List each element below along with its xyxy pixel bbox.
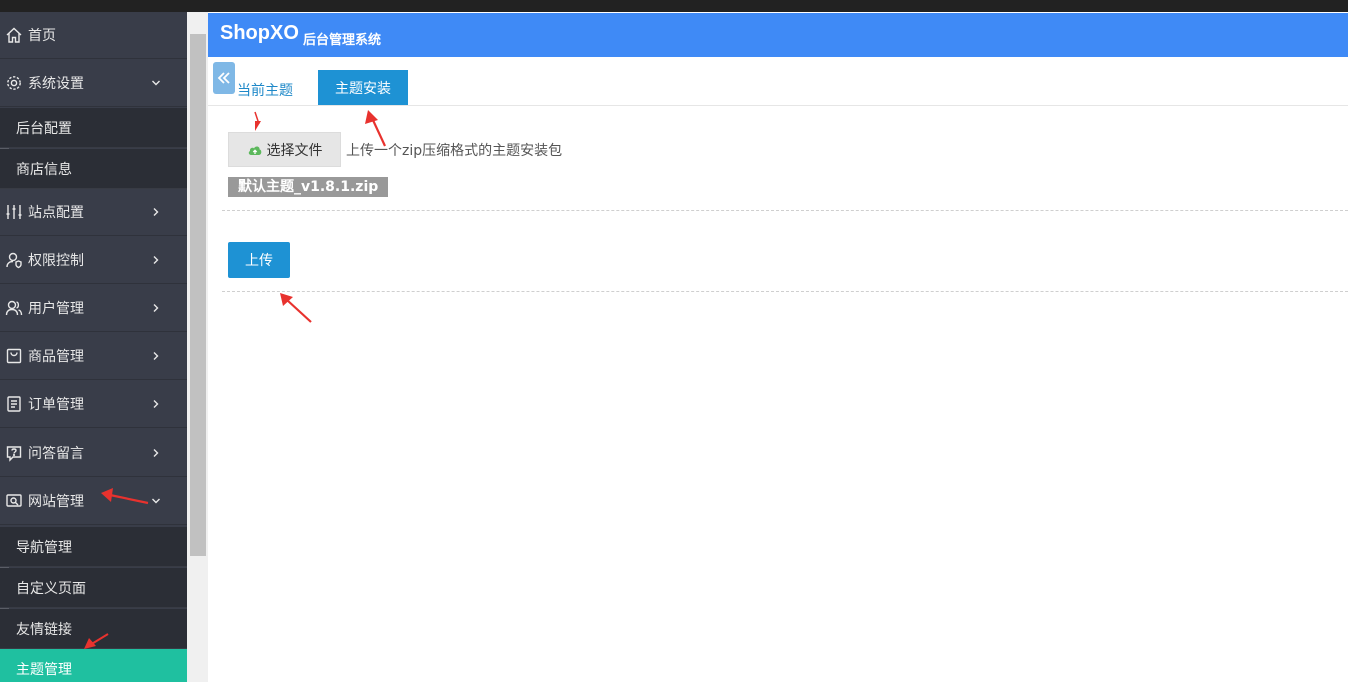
upload-label: 上传 <box>245 253 273 269</box>
sidebar-item-site-management[interactable]: 网站管理 <box>0 478 187 525</box>
double-chevron-left-icon <box>217 72 230 84</box>
upload-hint-text: 上传一个zip压缩格式的主题安装包 <box>346 143 563 159</box>
sidebar-item-goods[interactable]: 商品管理 <box>0 333 187 380</box>
subitem-label: 商店信息 <box>16 161 72 178</box>
sidebar-item-users[interactable]: 用户管理 <box>0 285 187 332</box>
upload-button[interactable]: 上传 <box>228 242 290 278</box>
subitem-label: 导航管理 <box>16 539 72 556</box>
sidebar-item-home[interactable]: 首页 <box>0 12 187 59</box>
sidebar-subitem-shop-info[interactable]: 商店信息 <box>0 149 187 189</box>
tab-theme-install[interactable]: 主题安装 <box>318 70 408 105</box>
question-icon <box>4 443 24 463</box>
tab-label: 主题安装 <box>335 80 391 97</box>
sidebar-item-permissions[interactable]: 权限控制 <box>0 237 187 284</box>
sidebar-subitem-custom-page[interactable]: 自定义页面 <box>0 568 187 608</box>
subitem-label: 自定义页面 <box>16 580 86 597</box>
sidebar-item-label: 系统设置 <box>28 76 84 92</box>
chevron-right-icon <box>151 285 161 331</box>
gear-icon <box>4 73 24 93</box>
sidebar-item-label: 订单管理 <box>28 397 84 413</box>
sidebar-item-label: 站点配置 <box>28 205 84 221</box>
subitem-label: 后台配置 <box>16 120 72 137</box>
sidebar-scrollbar-thumb[interactable] <box>190 34 206 556</box>
sliders-icon <box>4 202 24 222</box>
sidebar-item-site-config[interactable]: 站点配置 <box>0 189 187 236</box>
sidebar-item-label: 商品管理 <box>28 349 84 365</box>
collapse-sidebar-button[interactable] <box>213 62 235 94</box>
brand-subtitle: 后台管理系统 <box>303 33 382 48</box>
sidebar-item-system-settings[interactable]: 系统设置 <box>0 60 187 107</box>
choose-file-label: 选择文件 <box>266 142 323 159</box>
top-header: ShopXO 后台管理系统 <box>208 13 1348 57</box>
home-icon <box>4 25 24 45</box>
brand-logo-text: ShopXO <box>220 22 299 44</box>
sidebar-item-label: 网站管理 <box>28 494 84 510</box>
sidebar-item-label: 首页 <box>28 28 56 44</box>
sidebar-item-label: 权限控制 <box>28 253 84 269</box>
sidebar-item-label: 用户管理 <box>28 301 84 317</box>
site-icon <box>4 491 24 511</box>
chevron-down-icon <box>151 478 161 524</box>
sidebar-subitem-admin-config[interactable]: 后台配置 <box>0 108 187 148</box>
chevron-right-icon <box>151 430 161 476</box>
user-shield-icon <box>4 250 24 270</box>
choose-file-button[interactable]: 选择文件 <box>228 132 341 167</box>
clipboard-icon <box>4 394 24 414</box>
bag-icon <box>4 346 24 366</box>
sidebar-subitem-navigation[interactable]: 导航管理 <box>0 527 187 567</box>
cloud-upload-icon <box>248 146 261 155</box>
form-divider <box>222 291 1348 292</box>
sidebar-item-orders[interactable]: 订单管理 <box>0 381 187 428</box>
sidebar-item-qa[interactable]: 问答留言 <box>0 430 187 477</box>
chevron-right-icon <box>151 237 161 283</box>
selected-file-name: 默认主题_v1.8.1.zip <box>228 177 389 197</box>
sidebar-subitem-theme-management[interactable]: 主题管理 <box>0 649 187 682</box>
sidebar-item-label: 问答留言 <box>28 446 84 462</box>
annotation-arrow <box>280 293 312 323</box>
tab-current-theme[interactable]: 当前主题 <box>237 80 293 100</box>
chevron-down-icon <box>151 60 161 106</box>
sidebar-subitem-links[interactable]: 友情链接 <box>0 609 187 649</box>
subitem-label: 友情链接 <box>16 621 72 638</box>
chevron-right-icon <box>151 189 161 235</box>
window-top-bar <box>0 0 1348 12</box>
annotation-arrow <box>254 111 261 131</box>
subitem-label: 主题管理 <box>16 661 72 678</box>
chevron-right-icon <box>151 381 161 427</box>
tabs-divider <box>208 105 1348 106</box>
chevron-right-icon <box>151 333 161 379</box>
sidebar: 首页 系统设置 后台配置 商店信息 站点配置 权限控制 用户管理 商品管理 订单… <box>0 12 187 682</box>
form-divider <box>222 210 1348 211</box>
users-icon <box>4 298 24 318</box>
